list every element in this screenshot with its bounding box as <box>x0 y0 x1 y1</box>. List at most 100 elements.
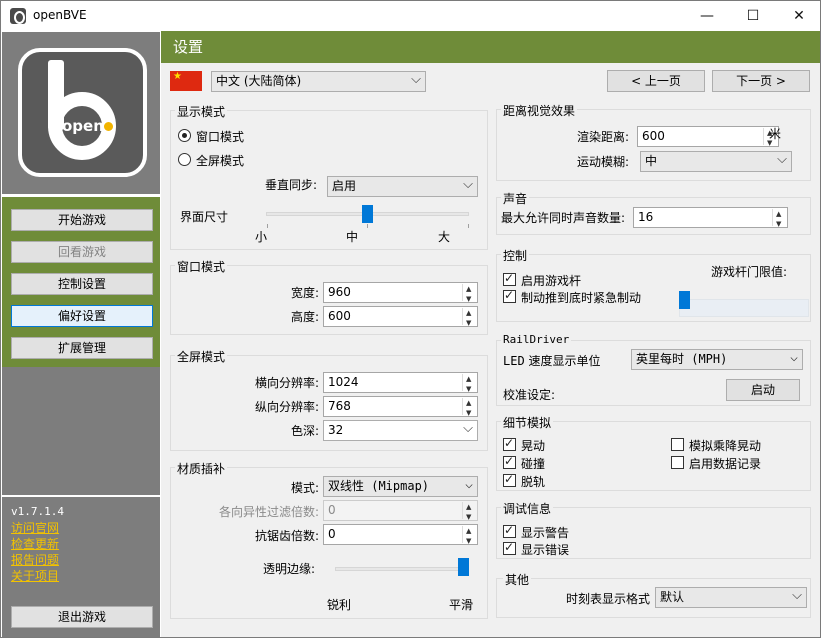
maximize-button[interactable]: ☐ <box>730 1 776 31</box>
derail-label: 脱轨 <box>521 475 546 489</box>
speed-unit-label: 速度显示单位 <box>528 354 601 368</box>
motion-blur-label: 运动模糊: <box>576 155 629 169</box>
debug-title: 调试信息 <box>501 500 554 517</box>
max-sounds-value: 16 <box>638 210 654 224</box>
anisotropic-input[interactable]: 0 <box>323 498 478 527</box>
detail-title: 细节模拟 <box>501 414 554 431</box>
data-logging-checkbox[interactable] <box>671 456 684 469</box>
toppling-label: 晃动 <box>521 439 546 453</box>
left-panel: open 开始游戏 回看游戏 控制设置 偏好设置 扩展管理 v1.7.1.4 访… <box>1 31 161 637</box>
width-input[interactable]: 960 <box>323 280 478 309</box>
ui-size-small: 小 <box>255 230 268 244</box>
anisotropic-value: 0 <box>328 503 336 517</box>
passenger-sway-checkbox[interactable] <box>671 438 684 451</box>
emergency-brake-checkbox[interactable] <box>503 288 516 303</box>
controls-settings-button[interactable]: 控制设置 <box>11 273 153 295</box>
show-warnings-checkbox[interactable] <box>503 523 516 538</box>
render-distance-input[interactable]: 600 <box>637 124 779 153</box>
preferences-button[interactable]: 偏好设置 <box>11 305 153 327</box>
logo-area: open <box>2 32 160 194</box>
window-mode-title: 窗口模式 <box>175 258 228 275</box>
led-label: LED 速度显示单位 <box>503 354 601 368</box>
ui-size-slider[interactable] <box>362 205 373 223</box>
transparency-smooth: 平滑 <box>449 598 474 612</box>
calibration-start-button[interactable]: 启动 <box>726 379 800 401</box>
vsync-select[interactable]: 启用 <box>327 175 478 197</box>
nav-menu: 开始游戏 回看游戏 控制设置 偏好设置 扩展管理 <box>2 197 160 367</box>
raildriver-title: RailDriver <box>501 333 572 346</box>
language-select[interactable]: 中文 (大陆简体) <box>211 70 426 92</box>
window-title: openBVE <box>33 8 87 22</box>
timetable-format-select[interactable]: 默认 <box>655 586 807 608</box>
minimize-button[interactable]: — <box>684 1 730 31</box>
start-game-button[interactable]: 开始游戏 <box>11 209 153 231</box>
filter-mode-select[interactable]: 双线性 (Mipmap) <box>323 475 478 497</box>
color-depth-label: 色深: <box>290 424 319 438</box>
settings-panel: 设置 中文 (大陆简体) < 上一页 下一页 > 显示模式 窗口模式 全屏模式 … <box>161 31 820 637</box>
hres-value: 1024 <box>328 375 359 389</box>
show-warnings-label: 显示警告 <box>521 526 570 540</box>
antialias-label: 抗锯齿倍数: <box>254 529 319 543</box>
joystick-threshold-slider[interactable] <box>679 291 690 309</box>
transparency-slider[interactable] <box>458 558 469 576</box>
derail-checkbox[interactable] <box>503 472 516 487</box>
review-game-button[interactable]: 回看游戏 <box>11 241 153 263</box>
china-flag-icon <box>170 71 202 91</box>
collisions-label: 碰撞 <box>521 457 546 471</box>
close-button[interactable]: ✕ <box>776 1 820 31</box>
max-sounds-input[interactable]: 16 <box>633 205 788 234</box>
width-label: 宽度: <box>290 286 319 300</box>
page-title: 设置 <box>161 31 820 63</box>
toppling-checkbox[interactable] <box>503 436 516 451</box>
ui-size-tick <box>367 224 368 228</box>
joystick-label: 启用游戏杆 <box>521 274 582 288</box>
vres-value: 768 <box>328 399 351 413</box>
antialias-input[interactable]: 0 <box>323 522 478 551</box>
control-title: 控制 <box>501 247 530 264</box>
anisotropic-label: 各向异性过滤倍数: <box>218 505 319 519</box>
joystick-threshold-label: 游戏杆门限值: <box>711 265 788 279</box>
ui-size-medium: 中 <box>346 230 359 244</box>
antialias-value: 0 <box>328 527 336 541</box>
sound-title: 声音 <box>501 190 530 207</box>
joystick-checkbox[interactable] <box>503 271 516 286</box>
check-updates-link[interactable]: 检查更新 <box>11 535 59 552</box>
filter-mode-label: 模式: <box>290 481 319 495</box>
passenger-sway-label: 模拟乘降晃动 <box>689 439 762 453</box>
extensions-button[interactable]: 扩展管理 <box>11 337 153 359</box>
about-link[interactable]: 关于项目 <box>11 567 59 584</box>
motion-blur-select[interactable]: 中 <box>640 150 792 172</box>
collisions-checkbox[interactable] <box>503 454 516 469</box>
timetable-format-label: 时刻表显示格式 <box>566 592 651 606</box>
fullscreen-title: 全屏模式 <box>175 348 228 365</box>
windowed-radio[interactable] <box>178 129 191 142</box>
ui-size-label: 界面尺寸 <box>180 210 229 224</box>
emergency-brake-label: 制动推到底时紧急制动 <box>521 291 642 305</box>
ui-size-tick <box>468 224 469 228</box>
fullscreen-label: 全屏模式 <box>196 154 245 168</box>
transparency-label: 透明边缘: <box>263 562 316 576</box>
logo-text: open <box>62 117 104 135</box>
texture-title: 材质插补 <box>175 460 228 477</box>
show-errors-checkbox[interactable] <box>503 540 516 555</box>
vres-input[interactable]: 768 <box>323 394 478 423</box>
joystick-threshold-track <box>679 299 809 317</box>
next-page-button[interactable]: 下一页 > <box>712 70 810 92</box>
distance-unit: 米 <box>769 127 782 141</box>
quit-game-button[interactable]: 退出游戏 <box>11 606 153 628</box>
fullscreen-radio[interactable] <box>178 153 191 166</box>
speed-unit-select[interactable]: 英里每时 (MPH) <box>631 348 803 370</box>
display-mode-title: 显示模式 <box>175 103 228 120</box>
height-value: 600 <box>328 309 351 323</box>
visit-website-link[interactable]: 访问官网 <box>11 519 59 536</box>
height-input[interactable]: 600 <box>323 304 478 333</box>
hres-label: 横向分辨率: <box>254 376 319 390</box>
transparency-track <box>335 567 469 571</box>
report-issue-link[interactable]: 报告问题 <box>11 551 59 568</box>
title-bar: openBVE — ☐ ✕ <box>1 1 820 31</box>
hres-input[interactable]: 1024 <box>323 370 478 399</box>
color-depth-select[interactable]: 32 <box>323 419 478 441</box>
openbve-logo: open <box>18 48 147 177</box>
prev-page-button[interactable]: < 上一页 <box>607 70 705 92</box>
vsync-label: 垂直同步: <box>265 178 318 192</box>
